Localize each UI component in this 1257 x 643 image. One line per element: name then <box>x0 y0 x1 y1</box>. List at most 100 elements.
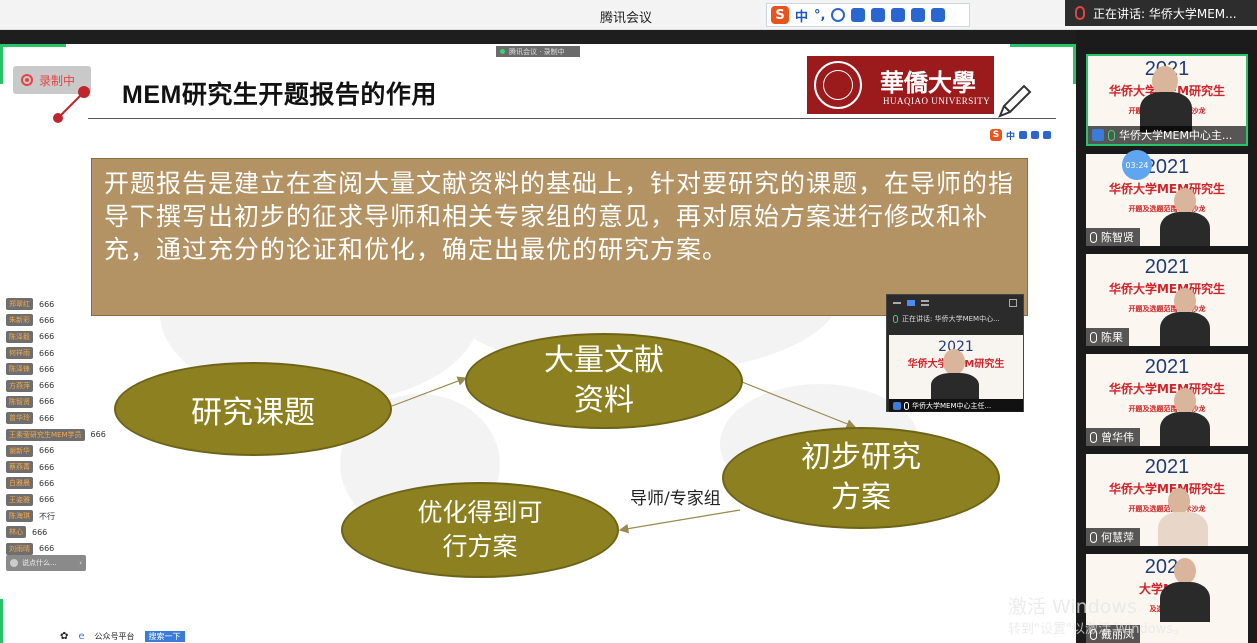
tile-title: 华侨大学MEM研究生 <box>1108 182 1226 196</box>
participant-name: 陈智贤 <box>1101 231 1134 244</box>
speaking-text: 正在讲话: 华侨大学MEM... <box>1093 6 1237 21</box>
pip-video: 2021 华侨大学MEM研究生 <box>889 335 1023 399</box>
chat-sender: 何祥雨 <box>6 347 33 360</box>
skin-icon[interactable] <box>911 8 926 22</box>
keyboard-icon[interactable] <box>871 8 886 22</box>
participant-name-label: 陈智贤 <box>1086 228 1140 246</box>
app-title: 腾讯会议 <box>600 11 653 26</box>
tile-year: 2021 <box>1144 256 1190 278</box>
grid-icon[interactable] <box>931 8 946 22</box>
punctuation-icon[interactable]: °, <box>814 8 825 23</box>
chat-message: 陈泽毅 666 <box>6 329 106 345</box>
person-face <box>1174 558 1196 584</box>
chat-message: 郑翠红 666 <box>6 296 106 312</box>
person-face <box>943 349 965 375</box>
chat-message: 白雅晨 666 <box>6 475 106 491</box>
pip-name-label: 华侨大学MEM中心主任... <box>889 399 1023 412</box>
chat-sender: 王姿雅 <box>6 493 33 506</box>
participant-name: 曾华伟 <box>1101 431 1134 444</box>
pip-speaking-indicator: 正在讲话: 华侨大学MEM中心... <box>887 311 1023 327</box>
mic-icon <box>1090 331 1097 343</box>
layout-icon[interactable] <box>907 300 915 306</box>
tools-icon[interactable] <box>891 8 906 22</box>
tile-title: 华侨大学MEM研究生 <box>1108 482 1226 496</box>
emoji-icon[interactable] <box>831 8 846 22</box>
person-body <box>1160 312 1210 346</box>
chat-sender: 郑翠红 <box>6 298 33 311</box>
participant-tile[interactable]: 2021 华侨大学MEM研究生 开题及选题范围学术沙龙 何慧萍 <box>1086 454 1248 546</box>
participant-name-label: 陈果 <box>1086 328 1129 346</box>
person-face <box>1168 488 1190 514</box>
chat-sender: 王素莹研究生MEM学员 <box>6 428 85 441</box>
chat-sender: 陈泽锋 <box>6 363 33 376</box>
pip-controls <box>887 295 1023 311</box>
participant-name-label: 华侨大学MEM中心主... <box>1088 126 1246 144</box>
participant-name: 华侨大学MEM中心主... <box>1119 129 1233 142</box>
participant-tile[interactable]: 2021 华侨大学MEM研究生 开题及选题范围学术沙龙 曾华伟 <box>1086 354 1248 446</box>
participant-tile[interactable]: 2021华侨大学MEM研究生开题及选题范围学术沙龙华侨大学MEM中心主... <box>1086 54 1248 146</box>
chat-message: 陈海琪 不行 <box>6 508 106 524</box>
chat-text: 666 <box>37 462 57 472</box>
diagram-node-initial-plan: 初步研究 方案 <box>722 427 1000 529</box>
chat-sender: 林心 <box>6 526 26 539</box>
list-icon[interactable] <box>921 300 929 306</box>
chat-text: 666 <box>37 495 57 505</box>
chat-message: 谢新华 666 <box>6 443 106 459</box>
mic-icon <box>1108 129 1115 141</box>
wechat-icon[interactable]: ✿ <box>60 631 68 642</box>
voice-icon[interactable] <box>851 8 866 22</box>
tile-year: 2021 <box>1144 156 1190 178</box>
chat-sender: 谢新华 <box>6 444 33 457</box>
chat-text: 666 <box>37 413 57 423</box>
chat-sender: 白雅晨 <box>6 477 33 490</box>
ime-mode-label[interactable]: 中 <box>795 6 808 25</box>
chat-input[interactable]: 说点什么... ‹ <box>6 555 86 571</box>
chat-text: 666 <box>37 446 57 456</box>
minimize-icon[interactable] <box>893 302 901 304</box>
chat-message: 陈泽锋 666 <box>6 361 106 377</box>
collapse-icon[interactable]: ‹ <box>79 559 82 567</box>
person-body <box>1160 412 1210 446</box>
tile-subtitle: 开题及选题范围学术沙龙 <box>1128 205 1206 213</box>
chat-message: 朱新彩 666 <box>6 312 106 328</box>
ime-toolbar[interactable]: S 中 °, <box>766 3 970 27</box>
participant-tile[interactable]: 2021 华侨大学MEM研究生开题及选题范围学术沙龙陈智贤 <box>1086 154 1248 246</box>
chat-text: 666 <box>37 381 57 391</box>
diagram-node-literature: 大量文献 资料 <box>465 333 743 429</box>
chat-sender: 陈海琪 <box>6 510 33 522</box>
chat-message: 何祥雨 666 <box>6 345 106 361</box>
chat-sender: 朱新彩 <box>6 314 33 327</box>
user-icon <box>1092 129 1104 141</box>
mic-icon <box>893 315 898 323</box>
chat-text: 666 <box>37 299 57 309</box>
participant-tile[interactable]: 2021 华侨大学MEM研究生 开题及选题范围学术沙龙 陈果 <box>1086 254 1248 346</box>
chat-message: 陈智贤 666 <box>6 394 106 410</box>
tile-subtitle: 开题及选题范围学术沙龙 <box>1128 305 1206 313</box>
tile-year: 2021 <box>1144 456 1190 478</box>
meeting-timer: 03:24 <box>1122 150 1152 180</box>
expand-icon[interactable] <box>1009 299 1017 307</box>
user-icon <box>893 401 901 410</box>
chat-sender: 陈泽毅 <box>6 330 33 343</box>
diagram-node-research-topic: 研究课题 <box>114 362 392 456</box>
chat-sender: 方燕萍 <box>6 379 33 392</box>
person-face <box>1174 288 1196 314</box>
diagram-node-optimized-plan: 优化得到可 行方案 <box>341 482 619 578</box>
browser-app-label[interactable]: 公众号平台 <box>95 631 135 642</box>
sogou-icon[interactable]: S <box>771 6 789 24</box>
browser-icon[interactable]: e <box>78 631 84 642</box>
person-body <box>1160 582 1210 622</box>
chat-text: 666 <box>88 430 108 440</box>
person-face <box>1174 388 1196 414</box>
participant-name: 陈果 <box>1101 331 1123 344</box>
chat-sender: 陈智贤 <box>6 395 33 408</box>
chat-message: 林心 666 <box>6 524 106 540</box>
taskbar-strip: ✿ e 公众号平台 搜索一下 <box>60 630 185 643</box>
search-button[interactable]: 搜索一下 <box>144 631 185 642</box>
chat-text: 666 <box>37 364 57 374</box>
chat-sender: 刘雨晴 <box>6 542 33 555</box>
speaker-pip-window[interactable]: 正在讲话: 华侨大学MEM中心... 2021 华侨大学MEM研究生 华侨大学M… <box>886 294 1024 412</box>
person-face <box>1174 188 1196 214</box>
mic-icon <box>1090 231 1097 243</box>
chat-text: 不行 <box>37 510 57 522</box>
